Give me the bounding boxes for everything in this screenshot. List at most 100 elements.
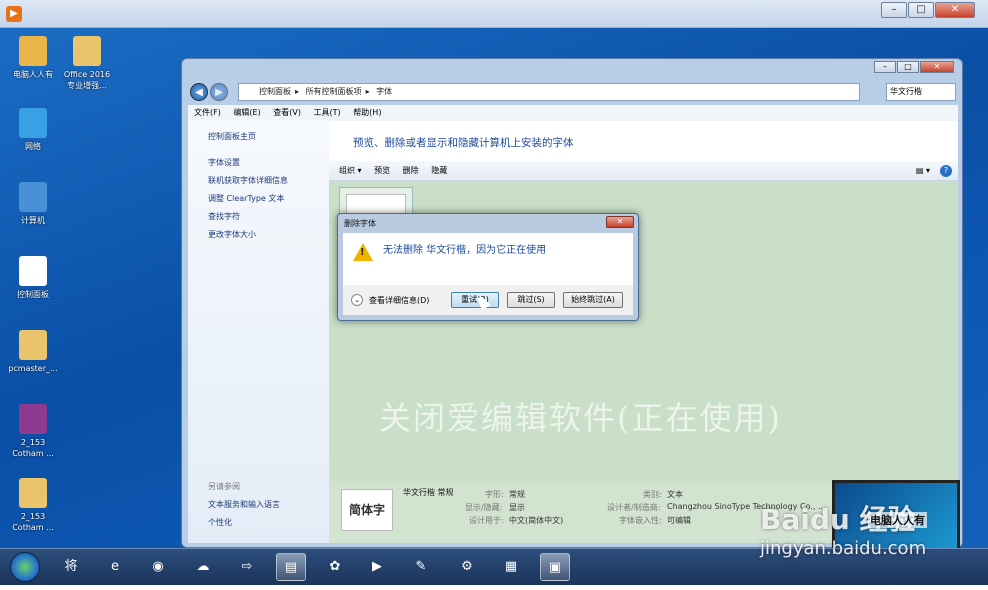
dialog-message: 无法删除 华文行楷，因为它正在使用 xyxy=(383,245,547,256)
menu-edit[interactable]: 编辑(E) xyxy=(233,108,260,117)
taskbar-app-icon[interactable]: ▤ xyxy=(276,553,306,581)
desktop-icon[interactable]: 电脑人人有 xyxy=(8,36,58,80)
baidu-url-watermark: jingyan.baidu.com xyxy=(760,538,927,559)
desktop-icon[interactable]: Office 2016 专业增强... xyxy=(62,36,112,91)
back-button[interactable]: ◀ xyxy=(190,83,208,101)
desktop-icon[interactable]: 计算机 xyxy=(8,182,58,226)
desktop-icon[interactable]: 2_153 Cotham ... xyxy=(8,404,58,459)
explorer-maximize-button[interactable]: □ xyxy=(897,61,919,73)
breadcrumb-control-panel[interactable]: 控制面板 xyxy=(259,87,291,96)
outer-titlebar: ▶ – □ ✕ xyxy=(0,0,988,28)
overlay-caption: 关闭爱编辑软件(正在使用) xyxy=(379,399,782,437)
explorer-minimize-button[interactable]: – xyxy=(874,61,896,73)
skip-all-button[interactable]: 始终跳过(A) xyxy=(563,292,623,308)
page-title: 预览、删除或者显示和隐藏计算机上安装的字体 xyxy=(353,137,574,149)
show-details-link[interactable]: 查看详细信息(D) xyxy=(369,295,429,306)
menu-tools[interactable]: 工具(T) xyxy=(314,108,341,117)
explorer-close-button[interactable]: ✕ xyxy=(920,61,954,73)
outer-window-controls: – □ ✕ xyxy=(880,2,975,18)
link-control-panel-home[interactable]: 控制面板主页 xyxy=(208,131,256,142)
taskbar-app-icon[interactable]: ▣ xyxy=(540,553,570,581)
forward-button[interactable]: ▶ xyxy=(210,83,228,101)
command-toolbar: 组织 ▾ 预览 删除 隐藏 ▤ ▾ ? xyxy=(329,161,958,181)
desktop-icon-label: 网络 xyxy=(25,142,41,151)
taskbar-app-icon[interactable]: ⇨ xyxy=(232,553,262,581)
explorer-window-controls: – □ ✕ xyxy=(873,61,954,73)
desktop-icon[interactable]: 控制面板 xyxy=(8,256,58,300)
menu-help[interactable]: 帮助(H) xyxy=(353,108,381,117)
show-value: 显示 xyxy=(509,503,525,512)
address-bar[interactable]: 控制面板 ▸ 所有控制面板项 ▸ 字体 xyxy=(238,83,860,101)
breadcrumb-fonts[interactable]: 字体 xyxy=(376,87,392,96)
link-find-character[interactable]: 查找字符 xyxy=(208,211,240,222)
taskbar-app-icon[interactable]: 将 xyxy=(56,553,86,581)
desktop-icon-label: 2_153 Cotham ... xyxy=(12,438,54,458)
show-label: 显示/隐藏: xyxy=(465,503,503,512)
embed-value: 可编辑 xyxy=(667,516,691,525)
file-icon xyxy=(19,478,47,508)
organize-button[interactable]: 组织 ▾ xyxy=(339,166,362,175)
link-font-settings[interactable]: 字体设置 xyxy=(208,157,240,168)
menu-view[interactable]: 查看(V) xyxy=(273,108,301,117)
retry-button[interactable]: 重试(R) xyxy=(451,292,499,308)
hide-button[interactable]: 隐藏 xyxy=(431,166,447,175)
desktop-icon-label: 电脑人人有 xyxy=(13,70,53,79)
dialog-title: 删除字体 xyxy=(344,219,376,228)
see-also-heading: 另请参阅 xyxy=(208,482,240,491)
design-label: 设计用于: xyxy=(469,516,504,525)
category-value: 文本 xyxy=(667,490,683,499)
close-button[interactable]: ✕ xyxy=(935,2,975,18)
minimize-button[interactable]: – xyxy=(881,2,907,18)
side-panel: 控制面板主页 字体设置 联机获取字体详细信息 调整 ClearType 文本 查… xyxy=(188,121,329,543)
taskbar-app-icon[interactable]: e xyxy=(100,553,130,581)
breadcrumb-all-items[interactable]: 所有控制面板项 xyxy=(306,87,362,96)
design-value: 中文(简体中文) xyxy=(509,516,564,525)
content-header: 预览、删除或者显示和隐藏计算机上安装的字体 xyxy=(329,121,958,161)
video-player-icon: ▶ xyxy=(6,6,22,22)
menu-bar: 文件(F) 编辑(E) 查看(V) 工具(T) 帮助(H) xyxy=(188,105,958,121)
designer-label: 设计者/制造商: xyxy=(607,503,661,512)
link-change-font-size[interactable]: 更改字体大小 xyxy=(208,229,256,240)
taskbar-app-icon[interactable]: ☁ xyxy=(188,553,218,581)
taskbar-app-icon[interactable]: ▦ xyxy=(496,553,526,581)
start-button[interactable] xyxy=(10,552,40,582)
link-personalization[interactable]: 个性化 xyxy=(208,517,232,528)
desktop-icon[interactable]: pcmaster_... xyxy=(8,330,58,374)
skip-button[interactable]: 跳过(S) xyxy=(507,292,555,308)
view-options-icon[interactable]: ▤ ▾ xyxy=(916,161,930,181)
taskbar-app-icon[interactable]: ▶ xyxy=(362,553,392,581)
link-font-info-online[interactable]: 联机获取字体详细信息 xyxy=(208,175,288,186)
taskbar-app-icon[interactable]: ◉ xyxy=(143,553,173,581)
delete-button[interactable]: 删除 xyxy=(403,166,419,175)
maximize-button[interactable]: □ xyxy=(908,2,934,18)
desktop-icon-label: 计算机 xyxy=(21,216,45,225)
taskbar-app-icon[interactable]: ✎ xyxy=(406,553,436,581)
desktop-icon[interactable]: 网络 xyxy=(8,108,58,152)
style-label: 字形: xyxy=(485,490,504,499)
embed-label: 字体嵌入性: xyxy=(619,516,662,525)
chevron-down-icon[interactable]: ⌄ xyxy=(351,294,363,306)
computer-icon xyxy=(19,182,47,212)
help-icon[interactable]: ? xyxy=(940,165,952,177)
menu-file[interactable]: 文件(F) xyxy=(194,108,221,117)
file-icon xyxy=(19,330,47,360)
preview-button[interactable]: 预览 xyxy=(374,166,390,175)
search-input[interactable]: 华文行楷 xyxy=(886,83,956,101)
style-value: 常规 xyxy=(509,490,525,499)
link-text-services[interactable]: 文本服务和输入语言 xyxy=(208,499,280,510)
laptop-screen-text: 电脑人人有 xyxy=(868,512,927,528)
desktop-icon-label: 控制面板 xyxy=(17,290,49,299)
desktop-icon-label: pcmaster_... xyxy=(8,364,58,373)
dialog-close-button[interactable]: ✕ xyxy=(606,216,634,228)
network-icon xyxy=(19,108,47,138)
taskbar-app-icon[interactable]: ⚙ xyxy=(452,553,482,581)
category-label: 类别: xyxy=(643,490,662,499)
desktop-icon[interactable]: 2_153 Cotham ... xyxy=(8,478,58,533)
panda-icon xyxy=(19,256,47,286)
taskbar-app-icon[interactable]: ✿ xyxy=(320,553,350,581)
folder-icon xyxy=(19,36,47,66)
folder-icon xyxy=(73,36,101,66)
archive-icon xyxy=(19,404,47,434)
dialog-body: ! 无法删除 华文行楷，因为它正在使用 xyxy=(343,233,633,285)
link-cleartype[interactable]: 调整 ClearType 文本 xyxy=(208,193,284,204)
